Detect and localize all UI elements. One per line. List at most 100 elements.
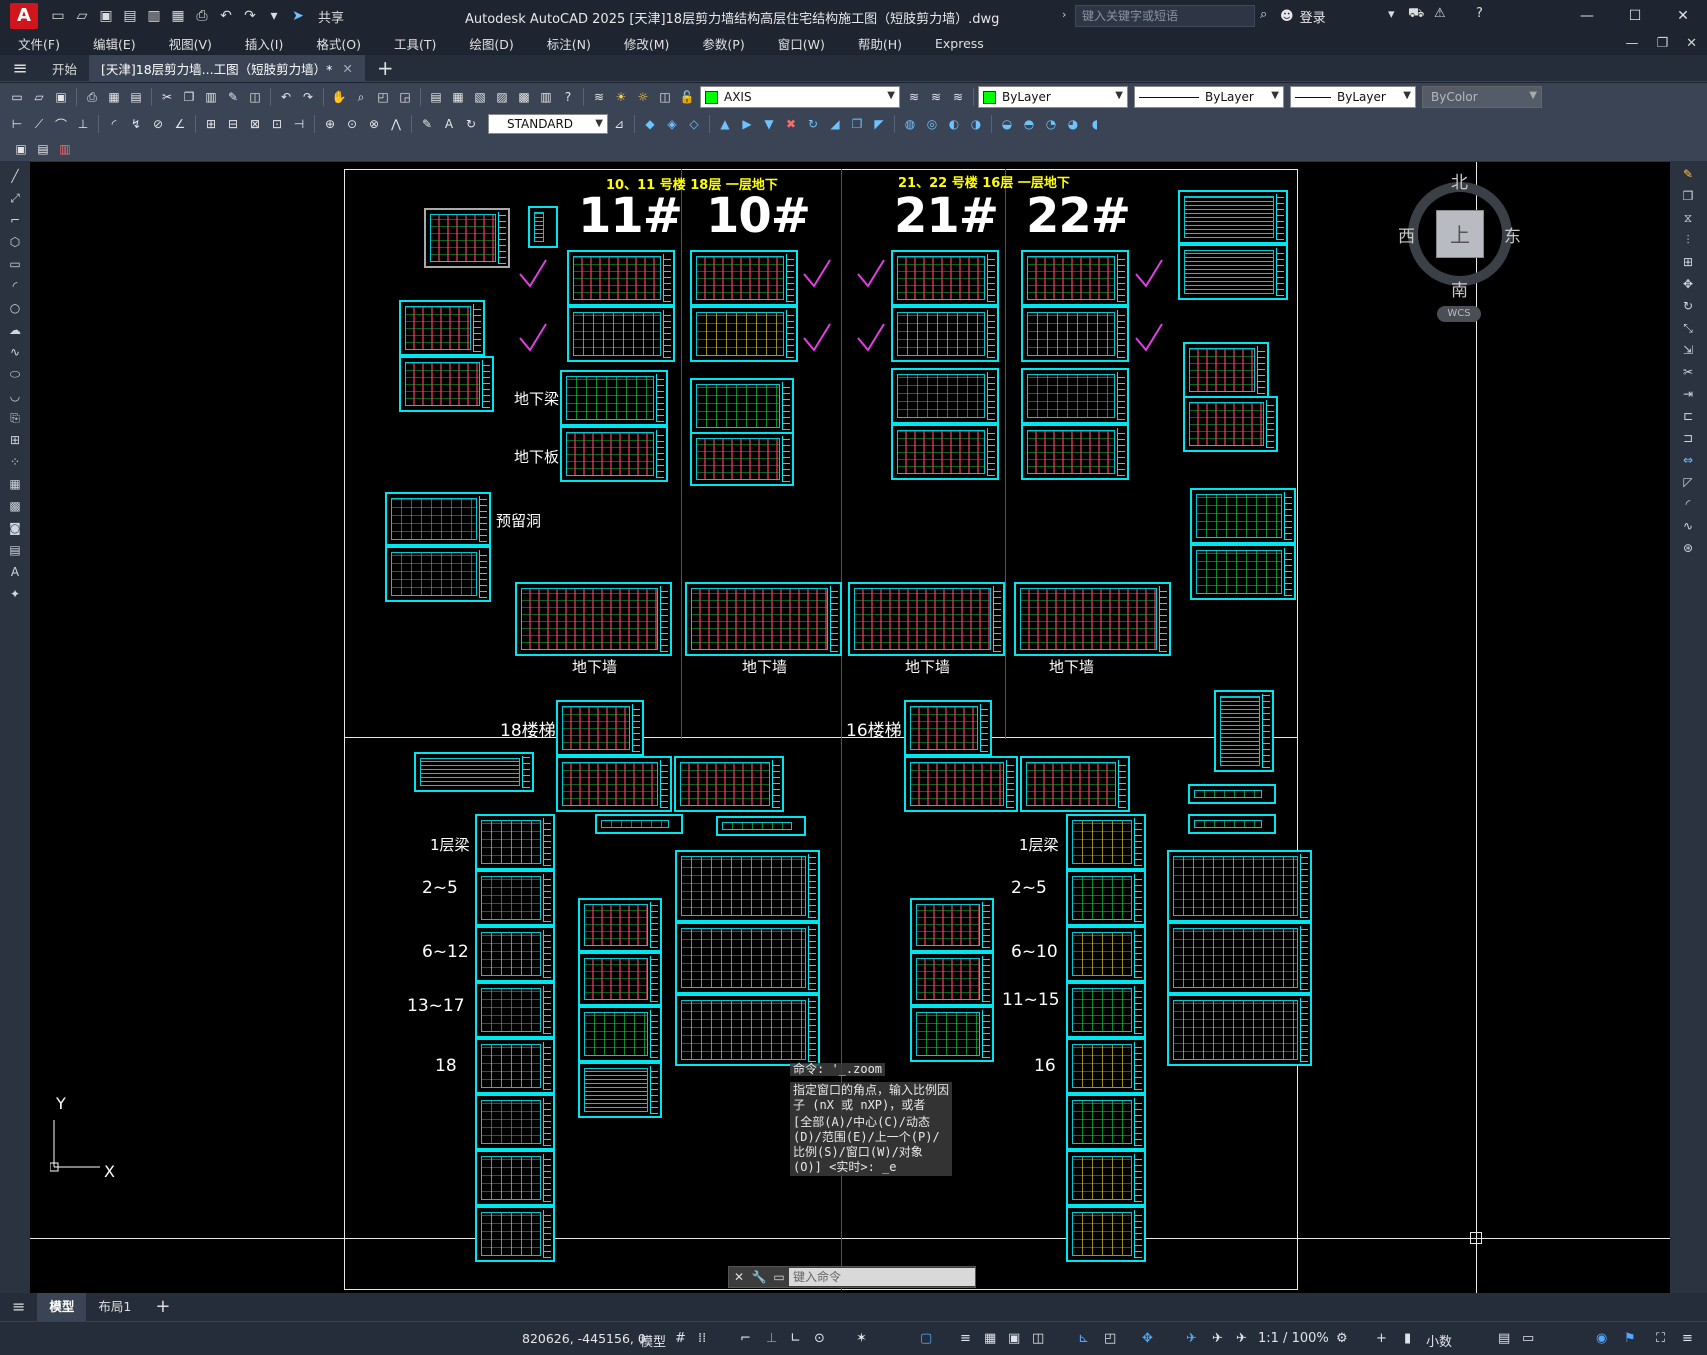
inspection-icon[interactable]: ⊗	[364, 114, 384, 134]
annotation-scale-icon[interactable]: ✈	[1236, 1331, 1247, 1346]
drawing-sheet[interactable]	[685, 582, 842, 656]
layer-properties-icon[interactable]: ≋	[589, 87, 609, 107]
chamfer-icon[interactable]: ◸	[1680, 474, 1696, 490]
drawing-sheet[interactable]	[891, 368, 999, 424]
drawing-sheet[interactable]	[848, 582, 1005, 656]
drawing-sheet[interactable]	[556, 756, 672, 812]
drawing-sheet[interactable]	[567, 306, 675, 362]
dim-style-icon[interactable]: ⊿	[609, 114, 629, 134]
auto-scale-icon[interactable]: ✈	[1212, 1331, 1223, 1346]
doc-close-icon[interactable]: ✕	[1686, 36, 1697, 51]
layer-dropdown[interactable]: AXIS ▼	[700, 86, 900, 108]
close-icon[interactable]: ✕	[1659, 0, 1707, 32]
share-icon[interactable]: ➤	[288, 6, 308, 26]
drawing-sheet[interactable]	[910, 898, 994, 952]
revision-cloud-icon[interactable]: ☁	[7, 322, 23, 338]
search-expand-icon[interactable]: ›	[1062, 8, 1066, 21]
save-icon[interactable]: ▣	[96, 6, 116, 26]
new-tab-icon[interactable]: +	[365, 56, 406, 80]
wcs-menu[interactable]: WCS	[1437, 306, 1481, 322]
attach-image-icon[interactable]: ▣	[11, 139, 31, 159]
drawing-sheet[interactable]	[475, 870, 555, 926]
design-center-icon[interactable]: ▦	[448, 87, 468, 107]
boolean-union-icon[interactable]: ◆	[640, 114, 660, 134]
imprint-icon[interactable]: ◍	[900, 114, 920, 134]
transparency-icon[interactable]: ▦	[984, 1331, 996, 1346]
selection-filter-icon[interactable]: ◰	[1104, 1331, 1116, 1346]
separate-icon[interactable]: ◐	[944, 114, 964, 134]
coordinates-readout[interactable]: 820626, -445156, 0	[522, 1331, 646, 1346]
linetype-dropdown[interactable]: ByLayer ▼	[1134, 86, 1284, 108]
array-icon[interactable]: ⊞	[1680, 254, 1696, 270]
multiline-text-icon[interactable]: A	[7, 564, 23, 580]
layer-viewport-icon[interactable]: ◫	[655, 87, 675, 107]
drawing-sheet[interactable]	[891, 250, 999, 306]
mirror-icon[interactable]: ⧖	[1680, 210, 1696, 226]
layer-freeze-icon[interactable]: ☼	[633, 87, 653, 107]
drawing-sheet[interactable]	[675, 922, 820, 994]
jogged-linear-icon[interactable]: ⋀	[386, 114, 406, 134]
drawing-sheet[interactable]	[475, 982, 555, 1038]
stretch-icon[interactable]: ⇲	[1680, 342, 1696, 358]
customize-statusbar-icon[interactable]: ≡	[1682, 1331, 1693, 1346]
dim-edit-icon[interactable]: ✎	[417, 114, 437, 134]
share-label[interactable]: 共享	[318, 7, 344, 26]
pan-icon[interactable]: ✋	[329, 87, 349, 107]
menu-modify[interactable]: 修改(M)	[606, 34, 685, 53]
construction-line-icon[interactable]: ⤢	[7, 190, 23, 206]
drawing-sheet[interactable]	[690, 306, 798, 362]
viewcube[interactable]: 上 北 南 东 西	[1398, 168, 1521, 301]
cart-icon[interactable]: ⛟	[1408, 6, 1424, 23]
menu-window[interactable]: 窗口(W)	[760, 34, 840, 53]
ordinate-dim-icon[interactable]: ⊥	[73, 114, 93, 134]
dim-update-icon[interactable]: ↻	[461, 114, 481, 134]
isolate-objects-icon[interactable]: ◉	[1596, 1331, 1607, 1346]
make-block-icon[interactable]: ⊞	[7, 432, 23, 448]
drawing-sheet[interactable]	[424, 208, 510, 268]
tab-start[interactable]: 开始	[40, 55, 89, 82]
annotation-visibility-icon[interactable]: ✈	[1186, 1331, 1197, 1346]
point-icon[interactable]: ⁘	[7, 454, 23, 470]
menu-view[interactable]: 视图(V)	[151, 34, 227, 53]
drawing-sheet[interactable]	[1021, 306, 1129, 362]
color-faces-icon[interactable]: ◤	[869, 114, 889, 134]
offset-faces-icon[interactable]: ▼	[759, 114, 779, 134]
drawing-sheet[interactable]	[399, 300, 485, 356]
gradient-icon[interactable]: ▩	[7, 498, 23, 514]
drawing-sheet[interactable]	[1020, 756, 1130, 812]
drawing-sheet[interactable]	[1066, 870, 1146, 926]
circle-icon[interactable]: ○	[7, 300, 23, 316]
undo-icon[interactable]: ↶	[216, 6, 236, 26]
help-icon[interactable]: ?	[1476, 6, 1483, 21]
drawing-sheet[interactable]	[1021, 250, 1129, 306]
move-icon[interactable]: ✥	[1680, 276, 1696, 292]
drawing-sheet[interactable]	[1190, 488, 1296, 544]
compass-south[interactable]: 南	[1451, 276, 1468, 301]
fillet-icon[interactable]: ◜	[1680, 496, 1696, 512]
text-style-dropdown[interactable]: STANDARD ▼	[488, 114, 608, 134]
drawing-sheet[interactable]	[475, 814, 555, 870]
object-snap-icon[interactable]: ▢	[920, 1331, 932, 1346]
linear-dim-icon[interactable]: ⊢	[7, 114, 27, 134]
tool-palettes-icon[interactable]: ▧	[470, 87, 490, 107]
slice-icon[interactable]: ◓	[1019, 114, 1039, 134]
menu-tools[interactable]: 工具(T)	[376, 34, 451, 53]
drawing-sheet[interactable]	[578, 898, 662, 952]
ellipse-arc-icon[interactable]: ◡	[7, 388, 23, 404]
drawing-sheet[interactable]	[1014, 582, 1171, 656]
radius-dim-icon[interactable]: ◜	[104, 114, 124, 134]
drawing-sheet[interactable]	[475, 1206, 555, 1262]
doc-restore-icon[interactable]: ❐	[1656, 36, 1668, 51]
scale-icon[interactable]: ⤡	[1680, 320, 1696, 336]
compass-north[interactable]: 北	[1451, 168, 1468, 193]
copy-icon[interactable]: ❐	[179, 87, 199, 107]
drawing-sheet[interactable]	[690, 250, 798, 306]
angular-dim-icon[interactable]: ∠	[170, 114, 190, 134]
continue-dim-icon[interactable]: ⊠	[245, 114, 265, 134]
check-solid-icon[interactable]: ◒	[997, 114, 1017, 134]
drawing-sheet[interactable]	[475, 1038, 555, 1094]
annotation-scale-value[interactable]: 1:1 / 100%	[1258, 1331, 1329, 1346]
layer-previous-icon[interactable]: ≋	[926, 87, 946, 107]
drawing-canvas[interactable]: 10、11 号楼 18层 一层地下 21、22 号楼 16层 一层地下 11# …	[30, 162, 1670, 1293]
drawing-sheet[interactable]	[399, 356, 494, 412]
